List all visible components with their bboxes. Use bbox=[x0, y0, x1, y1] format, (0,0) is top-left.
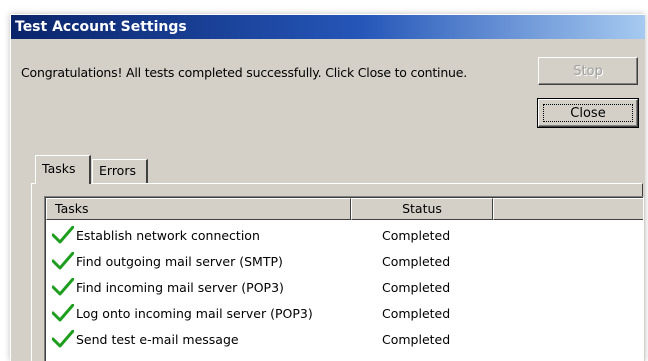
close-button-label: Close bbox=[570, 106, 606, 121]
row-task-name: Find outgoing mail server (SMTP) bbox=[76, 254, 283, 269]
table-row[interactable]: Find outgoing mail server (SMTP) Complet… bbox=[46, 249, 636, 275]
row-status: Completed bbox=[382, 306, 451, 321]
table-row[interactable]: Log onto incoming mail server (POP3) Com… bbox=[46, 301, 636, 327]
row-status: Completed bbox=[382, 332, 451, 347]
column-header-empty[interactable] bbox=[493, 198, 643, 220]
table-row[interactable]: Find incoming mail server (POP3) Complet… bbox=[46, 275, 636, 301]
table-row[interactable]: Send test e-mail message Completed bbox=[46, 327, 636, 353]
title-bar[interactable]: Test Account Settings bbox=[11, 15, 645, 39]
status-message: Congratulations! All tests completed suc… bbox=[21, 65, 468, 80]
row-task-name: Log onto incoming mail server (POP3) bbox=[76, 306, 313, 321]
dialog-window: Test Account Settings Congratulations! A… bbox=[10, 14, 645, 361]
row-task-name: Send test e-mail message bbox=[76, 332, 239, 347]
row-status: Completed bbox=[382, 228, 451, 243]
tasks-list[interactable]: Tasks Status Establish network connectio… bbox=[44, 196, 644, 361]
tab-tasks[interactable]: Tasks bbox=[35, 155, 91, 184]
tab-tasks-label: Tasks bbox=[42, 161, 76, 176]
tasks-tab-panel: Tasks Status Establish network connectio… bbox=[31, 183, 644, 361]
column-header-status[interactable]: Status bbox=[351, 198, 493, 220]
checkmark-icon bbox=[52, 226, 74, 244]
close-button[interactable]: Close bbox=[537, 98, 639, 128]
list-header: Tasks Status bbox=[46, 198, 643, 220]
checkmark-icon bbox=[52, 278, 74, 296]
stop-button-label: Stop bbox=[573, 64, 603, 79]
checkmark-icon bbox=[52, 330, 74, 348]
window-title: Test Account Settings bbox=[15, 19, 187, 35]
row-status: Completed bbox=[382, 254, 451, 269]
stop-button[interactable]: Stop bbox=[538, 57, 638, 85]
tab-errors-label: Errors bbox=[99, 163, 136, 178]
table-row[interactable]: Establish network connection Completed bbox=[46, 223, 636, 249]
checkmark-icon bbox=[52, 252, 74, 270]
tab-errors[interactable]: Errors bbox=[92, 159, 148, 183]
checkmark-icon bbox=[52, 304, 74, 322]
row-task-name: Find incoming mail server (POP3) bbox=[76, 280, 284, 295]
column-header-tasks[interactable]: Tasks bbox=[46, 198, 351, 220]
row-task-name: Establish network connection bbox=[76, 228, 260, 243]
row-status: Completed bbox=[382, 280, 451, 295]
